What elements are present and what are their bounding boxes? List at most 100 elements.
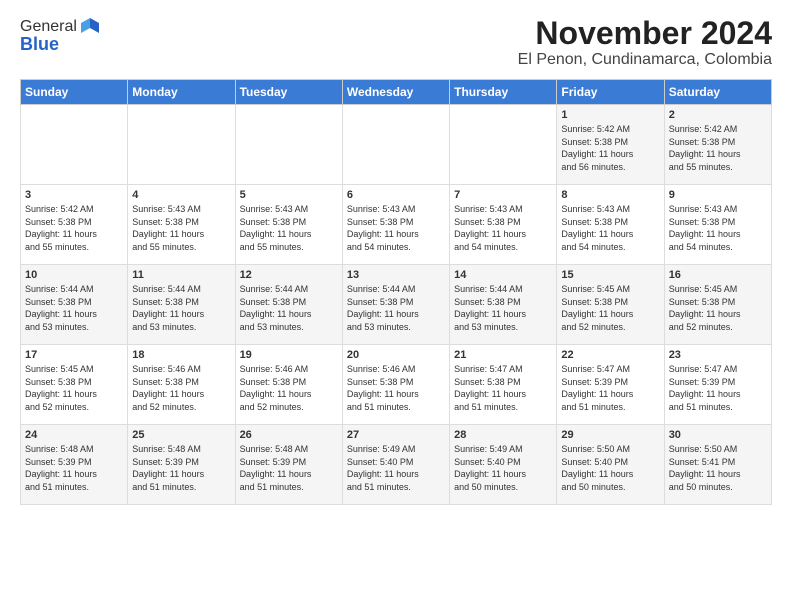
calendar-title: November 2024 <box>518 16 772 51</box>
calendar-cell: 9 Sunrise: 5:43 AMSunset: 5:38 PMDaylight… <box>664 185 771 265</box>
calendar-cell: 21 Sunrise: 5:47 AMSunset: 5:38 PMDayligh… <box>450 345 557 425</box>
calendar-cell <box>450 105 557 185</box>
calendar-cell: 15Sunrise: 5:45 AMSunset: 5:38 PMDayligh… <box>557 265 664 345</box>
calendar-cell: 30Sunrise: 5:50 AMSunset: 5:41 PMDayligh… <box>664 425 771 505</box>
logo-flag-icon <box>79 16 101 38</box>
day-info: Sunrise: 5:46 AMSunset: 5:38 PMDaylight:… <box>240 363 338 413</box>
day-info: Sunrise: 5:50 AMSunset: 5:41 PMDaylight:… <box>669 443 767 493</box>
day-number: 6 <box>347 189 445 201</box>
day-number: 20 <box>347 349 445 361</box>
day-number: 27 <box>347 429 445 441</box>
calendar-cell: 11 Sunrise: 5:44 AMSunset: 5:38 PMDayligh… <box>128 265 235 345</box>
day-info: Sunrise: 5:44 AMSunset: 5:38 PMDaylight:… <box>132 283 230 333</box>
day-info: Sunrise: 5:43 AMSunset: 5:38 PMDaylight:… <box>561 203 659 253</box>
day-number: 15 <box>561 269 659 281</box>
day-number: 2 <box>669 109 767 121</box>
day-info: Sunrise: 5:47 AMSunset: 5:39 PMDaylight:… <box>669 363 767 413</box>
calendar-cell: 16Sunrise: 5:45 AMSunset: 5:38 PMDayligh… <box>664 265 771 345</box>
calendar-cell: 18 Sunrise: 5:46 AMSunset: 5:38 PMDayligh… <box>128 345 235 425</box>
page: General Blue November 2024 El Penon, Cun… <box>0 0 792 515</box>
day-number: 29 <box>561 429 659 441</box>
day-info: Sunrise: 5:47 AMSunset: 5:38 PMDaylight:… <box>454 363 552 413</box>
day-info: Sunrise: 5:44 AMSunset: 5:38 PMDaylight:… <box>25 283 123 333</box>
calendar-cell: 13Sunrise: 5:44 AMSunset: 5:38 PMDayligh… <box>342 265 449 345</box>
day-number: 8 <box>561 189 659 201</box>
day-info: Sunrise: 5:48 AMSunset: 5:39 PMDaylight:… <box>132 443 230 493</box>
day-info: Sunrise: 5:42 AMSunset: 5:38 PMDaylight:… <box>25 203 123 253</box>
day-info: Sunrise: 5:47 AMSunset: 5:39 PMDaylight:… <box>561 363 659 413</box>
calendar-table: SundayMondayTuesdayWednesdayThursdayFrid… <box>20 79 772 505</box>
week-row-4: 17 Sunrise: 5:45 AMSunset: 5:38 PMDayligh… <box>21 345 772 425</box>
logo: General Blue <box>20 16 101 55</box>
day-info: Sunrise: 5:49 AMSunset: 5:40 PMDaylight:… <box>347 443 445 493</box>
calendar-cell: 28Sunrise: 5:49 AMSunset: 5:40 PMDayligh… <box>450 425 557 505</box>
calendar-cell: 23 Sunrise: 5:47 AMSunset: 5:39 PMDayligh… <box>664 345 771 425</box>
calendar-cell: 8 Sunrise: 5:43 AMSunset: 5:38 PMDaylight… <box>557 185 664 265</box>
header-cell-thursday: Thursday <box>450 80 557 105</box>
day-info: Sunrise: 5:43 AMSunset: 5:38 PMDaylight:… <box>132 203 230 253</box>
day-number: 1 <box>561 109 659 121</box>
day-info: Sunrise: 5:43 AMSunset: 5:38 PMDaylight:… <box>347 203 445 253</box>
day-number: 7 <box>454 189 552 201</box>
day-number: 14 <box>454 269 552 281</box>
calendar-cell: 29 Sunrise: 5:50 AMSunset: 5:40 PMDayligh… <box>557 425 664 505</box>
calendar-cell: 6 Sunrise: 5:43 AMSunset: 5:38 PMDaylight… <box>342 185 449 265</box>
day-info: Sunrise: 5:48 AMSunset: 5:39 PMDaylight:… <box>240 443 338 493</box>
calendar-cell: 12Sunrise: 5:44 AMSunset: 5:38 PMDayligh… <box>235 265 342 345</box>
day-number: 17 <box>25 349 123 361</box>
day-info: Sunrise: 5:50 AMSunset: 5:40 PMDaylight:… <box>561 443 659 493</box>
calendar-cell: 22 Sunrise: 5:47 AMSunset: 5:39 PMDayligh… <box>557 345 664 425</box>
day-number: 23 <box>669 349 767 361</box>
calendar-cell: 4 Sunrise: 5:43 AMSunset: 5:38 PMDaylight… <box>128 185 235 265</box>
header-cell-wednesday: Wednesday <box>342 80 449 105</box>
day-number: 28 <box>454 429 552 441</box>
day-number: 16 <box>669 269 767 281</box>
header-cell-tuesday: Tuesday <box>235 80 342 105</box>
header: General Blue November 2024 El Penon, Cun… <box>20 16 772 69</box>
day-info: Sunrise: 5:43 AMSunset: 5:38 PMDaylight:… <box>669 203 767 253</box>
day-number: 4 <box>132 189 230 201</box>
day-number: 24 <box>25 429 123 441</box>
week-row-5: 24 Sunrise: 5:48 AMSunset: 5:39 PMDayligh… <box>21 425 772 505</box>
calendar-subtitle: El Penon, Cundinamarca, Colombia <box>518 51 772 69</box>
week-row-3: 10Sunrise: 5:44 AMSunset: 5:38 PMDayligh… <box>21 265 772 345</box>
header-cell-friday: Friday <box>557 80 664 105</box>
day-info: Sunrise: 5:43 AMSunset: 5:38 PMDaylight:… <box>240 203 338 253</box>
calendar-cell: 3Sunrise: 5:42 AMSunset: 5:38 PMDaylight… <box>21 185 128 265</box>
calendar-cell: 5 Sunrise: 5:43 AMSunset: 5:38 PMDaylight… <box>235 185 342 265</box>
calendar-cell <box>21 105 128 185</box>
header-cell-saturday: Saturday <box>664 80 771 105</box>
day-info: Sunrise: 5:46 AMSunset: 5:38 PMDaylight:… <box>132 363 230 413</box>
calendar-cell: 10Sunrise: 5:44 AMSunset: 5:38 PMDayligh… <box>21 265 128 345</box>
day-number: 22 <box>561 349 659 361</box>
calendar-cell: 26 Sunrise: 5:48 AMSunset: 5:39 PMDayligh… <box>235 425 342 505</box>
day-info: Sunrise: 5:42 AMSunset: 5:38 PMDaylight:… <box>561 123 659 173</box>
header-cell-monday: Monday <box>128 80 235 105</box>
calendar-cell <box>342 105 449 185</box>
calendar-cell: 17 Sunrise: 5:45 AMSunset: 5:38 PMDayligh… <box>21 345 128 425</box>
calendar-cell: 20 Sunrise: 5:46 AMSunset: 5:38 PMDayligh… <box>342 345 449 425</box>
day-number: 12 <box>240 269 338 281</box>
day-number: 13 <box>347 269 445 281</box>
calendar-cell: 24 Sunrise: 5:48 AMSunset: 5:39 PMDayligh… <box>21 425 128 505</box>
header-cell-sunday: Sunday <box>21 80 128 105</box>
day-number: 19 <box>240 349 338 361</box>
day-number: 5 <box>240 189 338 201</box>
day-number: 9 <box>669 189 767 201</box>
day-number: 26 <box>240 429 338 441</box>
calendar-cell: 19 Sunrise: 5:46 AMSunset: 5:38 PMDayligh… <box>235 345 342 425</box>
day-info: Sunrise: 5:46 AMSunset: 5:38 PMDaylight:… <box>347 363 445 413</box>
day-number: 18 <box>132 349 230 361</box>
calendar-cell <box>128 105 235 185</box>
day-number: 11 <box>132 269 230 281</box>
header-row: SundayMondayTuesdayWednesdayThursdayFrid… <box>21 80 772 105</box>
calendar-cell: 14 Sunrise: 5:44 AMSunset: 5:38 PMDayligh… <box>450 265 557 345</box>
day-number: 21 <box>454 349 552 361</box>
calendar-cell: 25Sunrise: 5:48 AMSunset: 5:39 PMDayligh… <box>128 425 235 505</box>
day-info: Sunrise: 5:44 AMSunset: 5:38 PMDaylight:… <box>454 283 552 333</box>
week-row-1: 1 Sunrise: 5:42 AMSunset: 5:38 PMDaylight… <box>21 105 772 185</box>
day-info: Sunrise: 5:45 AMSunset: 5:38 PMDaylight:… <box>25 363 123 413</box>
calendar-cell: 27 Sunrise: 5:49 AMSunset: 5:40 PMDayligh… <box>342 425 449 505</box>
day-info: Sunrise: 5:43 AMSunset: 5:38 PMDaylight:… <box>454 203 552 253</box>
day-info: Sunrise: 5:48 AMSunset: 5:39 PMDaylight:… <box>25 443 123 493</box>
